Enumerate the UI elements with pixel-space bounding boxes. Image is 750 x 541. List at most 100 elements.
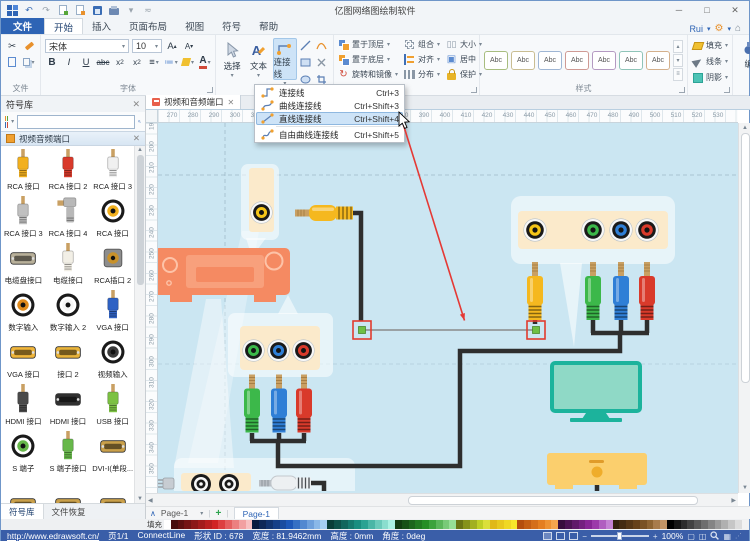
palette-swatch[interactable] bbox=[674, 520, 681, 529]
underline-icon[interactable]: U bbox=[79, 55, 93, 69]
component-jack-red[interactable] bbox=[293, 340, 315, 362]
component-jack-blue[interactable] bbox=[268, 340, 290, 362]
import-file-icon[interactable] bbox=[56, 4, 70, 17]
style-scroll-down-icon[interactable]: ▾ bbox=[673, 54, 683, 67]
palette-swatch[interactable] bbox=[429, 520, 436, 529]
palette-swatch[interactable] bbox=[653, 520, 660, 529]
palette-swatch[interactable] bbox=[483, 520, 490, 529]
library-symbol[interactable]: 电缆盘接口 bbox=[1, 240, 46, 287]
palette-swatch[interactable] bbox=[606, 520, 613, 529]
view-mode-page-icon[interactable] bbox=[556, 532, 565, 540]
view-mode-presentation-icon[interactable] bbox=[569, 532, 578, 540]
menu-item-直线连接线[interactable]: 直线连接线Ctrl+Shift+4 bbox=[256, 112, 403, 125]
selected-connector[interactable] bbox=[353, 321, 545, 339]
grow-font-icon[interactable]: A▴ bbox=[165, 39, 179, 53]
font-size-select[interactable]: 10▾ bbox=[132, 39, 162, 53]
strikethrough-icon[interactable]: abc bbox=[96, 55, 110, 69]
bold-icon[interactable]: B bbox=[45, 55, 59, 69]
palette-swatch[interactable] bbox=[239, 520, 246, 529]
palette-swatch[interactable] bbox=[728, 520, 735, 529]
palette-swatch[interactable] bbox=[633, 520, 640, 529]
palette-swatch[interactable] bbox=[218, 520, 225, 529]
redo-icon[interactable]: ↷ bbox=[39, 4, 53, 17]
palette-swatch[interactable] bbox=[382, 520, 389, 529]
palette-swatch[interactable] bbox=[477, 520, 484, 529]
bring-to-front-button[interactable]: 置于顶层▾ bbox=[338, 38, 398, 51]
document-tab-close-icon[interactable]: ✕ bbox=[228, 98, 235, 107]
paste-icon[interactable] bbox=[5, 55, 19, 69]
arc-shape-icon[interactable] bbox=[315, 38, 329, 52]
cut-icon[interactable]: ✂ bbox=[5, 39, 19, 53]
customize-toolbar-icon[interactable]: ▾ bbox=[124, 4, 138, 17]
palette-swatch[interactable] bbox=[409, 520, 416, 529]
palette-swatch[interactable] bbox=[266, 520, 273, 529]
palette-swatch[interactable] bbox=[354, 520, 361, 529]
settings-gear-icon[interactable]: ⚙ bbox=[714, 23, 723, 34]
font-dialog-launcher-icon[interactable] bbox=[207, 87, 213, 93]
style-card-2[interactable]: Abc bbox=[511, 51, 535, 70]
zoom-level[interactable]: 100% bbox=[662, 531, 684, 541]
palette-swatch[interactable] bbox=[436, 520, 443, 529]
menu-item-连接线[interactable]: 连接线Ctrl+3 bbox=[256, 86, 403, 99]
palette-swatch[interactable] bbox=[327, 520, 334, 529]
rotate-mirror-button[interactable]: ↻旋转和镜像▾ bbox=[338, 68, 398, 81]
library-symbol[interactable]: 视频输入 bbox=[90, 334, 135, 381]
ribbon-tab-插入[interactable]: 插入 bbox=[83, 18, 120, 34]
palette-swatch[interactable] bbox=[640, 520, 647, 529]
format-painter-icon[interactable] bbox=[22, 39, 36, 53]
view-mode-normal-icon[interactable] bbox=[543, 532, 552, 540]
library-tab-文件恢复[interactable]: 文件恢复 bbox=[44, 504, 94, 519]
palette-swatch[interactable] bbox=[592, 520, 599, 529]
style-dialog-launcher-icon[interactable] bbox=[679, 87, 685, 93]
library-symbol[interactable]: S 端子 bbox=[1, 428, 46, 475]
palette-swatch[interactable] bbox=[585, 520, 592, 529]
shrink-font-icon[interactable]: A▾ bbox=[182, 39, 196, 53]
library-symbol[interactable]: USB 接口 bbox=[90, 381, 135, 428]
av-jack-red[interactable] bbox=[636, 219, 659, 242]
palette-swatch[interactable] bbox=[490, 520, 497, 529]
hscroll-right-icon[interactable]: ▶ bbox=[731, 497, 736, 504]
app-logo-icon[interactable] bbox=[5, 4, 19, 17]
add-page-button[interactable]: + bbox=[216, 508, 222, 519]
palette-swatch[interactable] bbox=[470, 520, 477, 529]
component-jack-green[interactable] bbox=[243, 340, 265, 362]
rectangle-shape-icon[interactable] bbox=[299, 55, 313, 69]
palette-swatch[interactable] bbox=[402, 520, 409, 529]
home-icon[interactable]: ⌂ bbox=[735, 23, 741, 34]
palette-swatch[interactable] bbox=[613, 520, 620, 529]
palette-swatch[interactable] bbox=[647, 520, 654, 529]
more-icon[interactable]: ≂ bbox=[141, 4, 155, 17]
rca-plug-red-left[interactable] bbox=[296, 375, 312, 433]
library-symbol[interactable]: DVI-I(单段... bbox=[90, 428, 135, 475]
style-card-7[interactable]: Abc bbox=[646, 51, 670, 70]
account-caret-icon[interactable]: ▾ bbox=[707, 25, 711, 33]
av-jack-yellow[interactable] bbox=[524, 219, 547, 242]
italic-icon[interactable]: I bbox=[62, 55, 76, 69]
page-selector[interactable]: Page-1▾ bbox=[161, 508, 203, 518]
library-symbol[interactable]: RCA 接口 4 bbox=[46, 193, 91, 240]
palette-swatch[interactable] bbox=[368, 520, 375, 529]
search-icon[interactable] bbox=[138, 116, 141, 127]
palette-swatch[interactable] bbox=[198, 520, 205, 529]
superscript-icon[interactable]: x2 bbox=[130, 55, 144, 69]
library-symbol[interactable]: 数字输入 bbox=[1, 287, 46, 334]
library-category-icon[interactable] bbox=[5, 116, 8, 128]
zoom-in-icon[interactable]: + bbox=[653, 532, 658, 541]
ribbon-tab-开始[interactable]: 开始 bbox=[44, 18, 83, 34]
connector-tool-button[interactable]: 连接线▾ bbox=[273, 38, 297, 80]
zoom-slider[interactable] bbox=[591, 535, 649, 537]
palette-swatch[interactable] bbox=[334, 520, 341, 529]
palette-swatch[interactable] bbox=[565, 520, 572, 529]
rca-plug-yellow-horizontal[interactable] bbox=[295, 205, 353, 221]
copy-icon[interactable]: ▾ bbox=[22, 55, 36, 69]
palette-swatch[interactable] bbox=[551, 520, 558, 529]
library-symbol[interactable]: RCA 接口 2 bbox=[46, 146, 91, 193]
export-file-icon[interactable] bbox=[73, 4, 87, 17]
palette-swatch[interactable] bbox=[422, 520, 429, 529]
line-spacing-icon[interactable]: ≡▾ bbox=[147, 55, 161, 69]
style-card-4[interactable]: Abc bbox=[565, 51, 589, 70]
media-player[interactable] bbox=[547, 453, 647, 489]
palette-swatch[interactable] bbox=[280, 520, 287, 529]
ribbon-tab-符号[interactable]: 符号 bbox=[213, 18, 250, 34]
ribbon-tab-视图[interactable]: 视图 bbox=[176, 18, 213, 34]
